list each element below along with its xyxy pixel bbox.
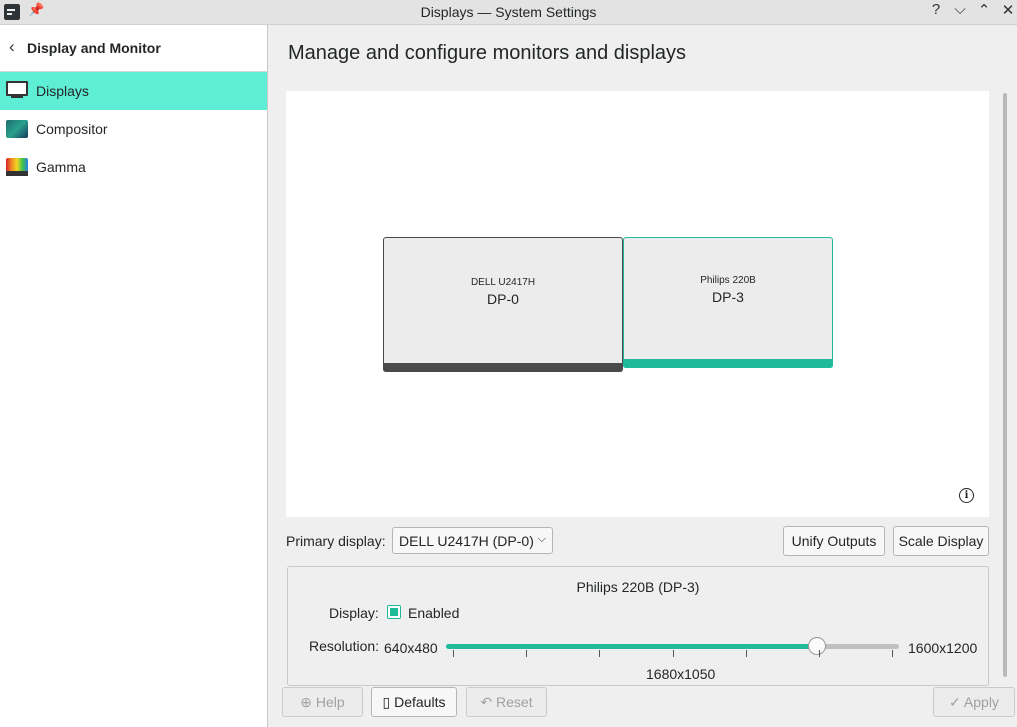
primary-display-label: Primary display: <box>286 533 386 549</box>
defaults-button-label: Defaults <box>394 694 446 710</box>
sidebar-item-gamma[interactable]: Gamma <box>0 148 267 186</box>
primary-display-value: DELL U2417H (DP-0) <box>399 533 534 549</box>
chevron-down-icon: ⌵ <box>537 533 546 545</box>
help-icon: ⊕ <box>300 694 316 710</box>
resolution-label: Resolution: <box>309 638 380 654</box>
minimize-icon[interactable]: ⌵ <box>950 1 970 18</box>
monitor-bar <box>383 363 623 372</box>
defaults-icon: ▯ <box>382 694 395 710</box>
close-icon[interactable]: ✕ <box>998 1 1017 19</box>
sidebar-header-label: Display and Monitor <box>27 40 161 56</box>
check-icon: ✓ <box>949 694 964 710</box>
monitor-layout-canvas[interactable]: DELL U2417H DP-0 Philips 220B DP-3 i <box>286 91 989 517</box>
slider-tick <box>673 650 674 657</box>
unify-outputs-button[interactable]: Unify Outputs <box>783 526 885 556</box>
undo-icon: ↶ <box>480 694 497 710</box>
slider-tick <box>892 650 893 657</box>
gamma-icon <box>6 158 28 176</box>
scale-display-button[interactable]: Scale Display <box>893 526 989 556</box>
scrollbar[interactable] <box>1003 93 1007 677</box>
slider-tick <box>599 650 600 657</box>
slider-tick <box>453 650 454 657</box>
help-button[interactable]: ⊕ Help <box>282 687 363 717</box>
apply-button[interactable]: ✓ Apply <box>933 687 1015 717</box>
resolution-slider[interactable] <box>446 637 899 655</box>
sidebar: ‹ Display and Monitor Displays Composito… <box>0 25 268 727</box>
info-icon[interactable]: i <box>959 488 974 503</box>
output-title: Philips 220B (DP-3) <box>576 579 700 595</box>
compositor-icon <box>6 120 28 138</box>
sidebar-item-label: Displays <box>36 83 89 99</box>
reset-button-label: Reset <box>496 694 533 710</box>
sidebar-item-displays[interactable]: Displays <box>0 72 267 110</box>
defaults-button[interactable]: ▯ Defaults <box>371 687 457 717</box>
resolution-max: 1600x1200 <box>908 640 978 656</box>
enabled-label[interactable]: Enabled <box>408 605 459 621</box>
monitor-name: Philips 220B <box>700 275 756 286</box>
sidebar-item-compositor[interactable]: Compositor <box>0 110 267 148</box>
help-icon[interactable]: ? <box>926 1 946 18</box>
help-button-label: Help <box>315 694 345 710</box>
window-title: Displays — System Settings <box>420 4 597 20</box>
monitor-icon <box>6 81 28 98</box>
monitor-port: DP-0 <box>487 291 519 307</box>
primary-display-select[interactable]: DELL U2417H (DP-0) ⌵ <box>392 527 553 554</box>
slider-tick <box>746 650 747 657</box>
display-label: Display: <box>329 605 379 621</box>
maximize-icon[interactable]: ⌃ <box>974 1 994 19</box>
monitor-port: DP-3 <box>712 289 744 305</box>
apply-button-label: Apply <box>963 694 999 710</box>
sidebar-header[interactable]: ‹ Display and Monitor <box>0 25 267 72</box>
sidebar-item-label: Gamma <box>36 159 86 175</box>
monitor-name: DELL U2417H <box>470 277 536 288</box>
sidebar-item-label: Compositor <box>36 121 108 137</box>
slider-tick <box>819 650 820 657</box>
reset-button[interactable]: ↶ Reset <box>466 687 547 717</box>
resolution-min: 640x480 <box>384 640 438 656</box>
monitor-bar <box>623 359 833 368</box>
monitor-dell[interactable]: DELL U2417H DP-0 <box>383 237 623 372</box>
slider-tick <box>526 650 527 657</box>
title-bar: 📌 Displays — System Settings ? ⌵ ⌃ ✕ <box>0 0 1017 25</box>
slider-fill <box>446 644 818 649</box>
monitor-philips[interactable]: Philips 220B DP-3 <box>623 237 833 368</box>
back-icon[interactable]: ‹ <box>9 37 15 57</box>
resolution-current: 1680x1050 <box>646 666 716 682</box>
page-title: Manage and configure monitors and displa… <box>288 42 687 64</box>
enabled-checkbox[interactable] <box>387 605 401 619</box>
